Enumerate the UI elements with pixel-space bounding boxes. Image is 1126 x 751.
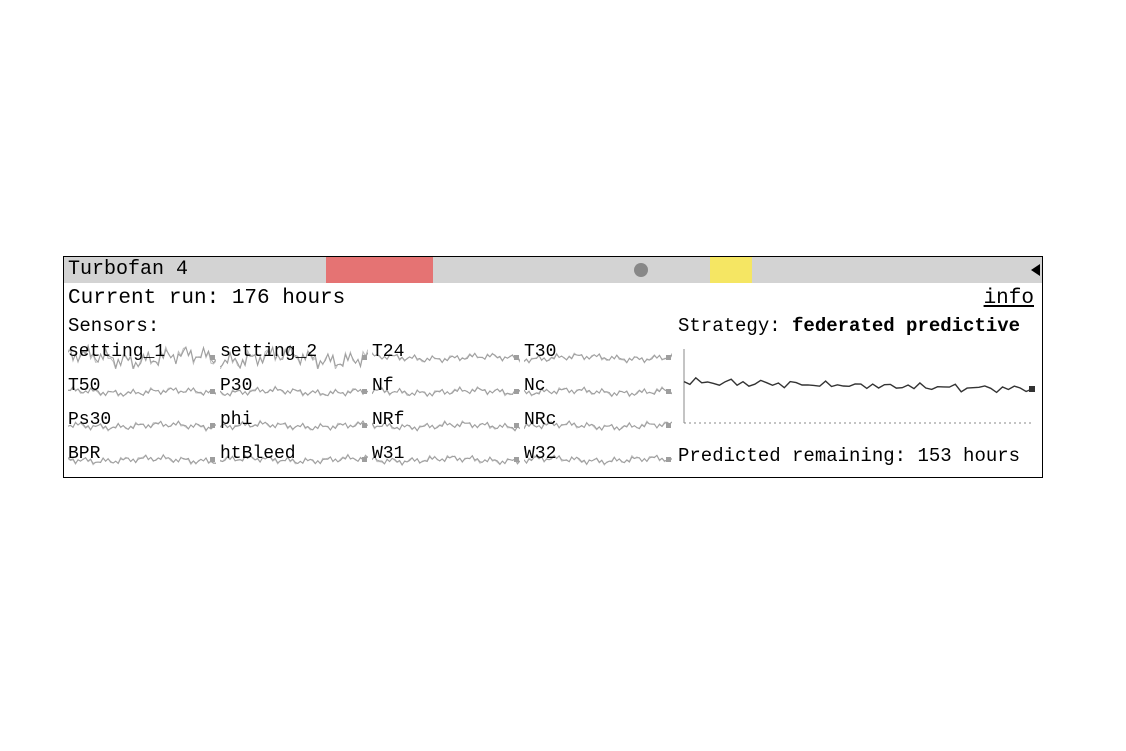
subheader: Current run: 176 hours info bbox=[64, 283, 1042, 314]
sensor-label: T30 bbox=[524, 341, 556, 364]
sensor-cell: T24 bbox=[372, 341, 520, 369]
sensor-cell: Ps30 bbox=[68, 409, 216, 437]
sensor-label: phi bbox=[220, 409, 252, 432]
panel-body: Sensors: setting_1 setting_2 T24 T30 T50 P30 N… bbox=[64, 314, 1042, 477]
sensor-cell: NRf bbox=[372, 409, 520, 437]
timeline-current-dot-icon bbox=[634, 263, 648, 277]
current-run-text: Current run: 176 hours bbox=[68, 285, 345, 312]
sensor-cell: htBleed bbox=[220, 443, 368, 471]
sensor-label: W31 bbox=[372, 443, 404, 466]
sensor-label: BPR bbox=[68, 443, 100, 466]
sensor-cell: T50 bbox=[68, 375, 216, 403]
sensor-label: Ps30 bbox=[68, 409, 111, 432]
sensor-label: setting_2 bbox=[220, 341, 317, 364]
sensor-label: P30 bbox=[220, 375, 252, 398]
timeline-yellow-segment bbox=[710, 257, 752, 283]
turbofan-panel: Turbofan 4 Current run: 176 hours info S… bbox=[63, 256, 1043, 478]
panel-title: Turbofan 4 bbox=[64, 257, 188, 283]
timeline-red-segment bbox=[326, 257, 433, 283]
sensor-sparkline bbox=[372, 375, 520, 403]
sensor-label: NRf bbox=[372, 409, 404, 432]
strategy-column: Strategy: federated predictive Predicted… bbox=[668, 314, 1038, 471]
predicted-remaining-text: Predicted remaining: 153 hours bbox=[678, 444, 1038, 469]
sensor-cell: T30 bbox=[524, 341, 672, 369]
sensors-grid: setting_1 setting_2 T24 T30 T50 P30 Nf Nc Ps30 ph… bbox=[68, 341, 668, 471]
sensor-cell: BPR bbox=[68, 443, 216, 471]
sensors-label: Sensors: bbox=[68, 314, 668, 339]
strategy-value: federated predictive bbox=[792, 315, 1020, 337]
sensor-cell: NRc bbox=[524, 409, 672, 437]
sensor-label: setting_1 bbox=[68, 341, 165, 364]
sensor-label: htBleed bbox=[220, 443, 296, 466]
sensor-label: T24 bbox=[372, 341, 404, 364]
sensor-cell: phi bbox=[220, 409, 368, 437]
strategy-label: Strategy: bbox=[678, 315, 781, 337]
sensor-cell: Nf bbox=[372, 375, 520, 403]
sensor-label: T50 bbox=[68, 375, 100, 398]
sensor-sparkline bbox=[524, 375, 672, 403]
sensor-cell: W32 bbox=[524, 443, 672, 471]
strategy-line: Strategy: federated predictive bbox=[678, 314, 1038, 339]
titlebar: Turbofan 4 bbox=[64, 257, 1042, 283]
info-link[interactable]: info bbox=[984, 285, 1034, 312]
sensor-cell: Nc bbox=[524, 375, 672, 403]
sensor-cell: W31 bbox=[372, 443, 520, 471]
sensor-label: Nc bbox=[524, 375, 546, 398]
prediction-chart bbox=[678, 345, 1038, 433]
sensor-cell: setting_1 bbox=[68, 341, 216, 369]
timeline-end-arrow-icon bbox=[1031, 264, 1040, 276]
sensors-column: Sensors: setting_1 setting_2 T24 T30 T50 P30 N… bbox=[68, 314, 668, 471]
sensor-label: W32 bbox=[524, 443, 556, 466]
sensor-cell: setting_2 bbox=[220, 341, 368, 369]
sensor-label: Nf bbox=[372, 375, 394, 398]
sensor-label: NRc bbox=[524, 409, 556, 432]
sensor-cell: P30 bbox=[220, 375, 368, 403]
